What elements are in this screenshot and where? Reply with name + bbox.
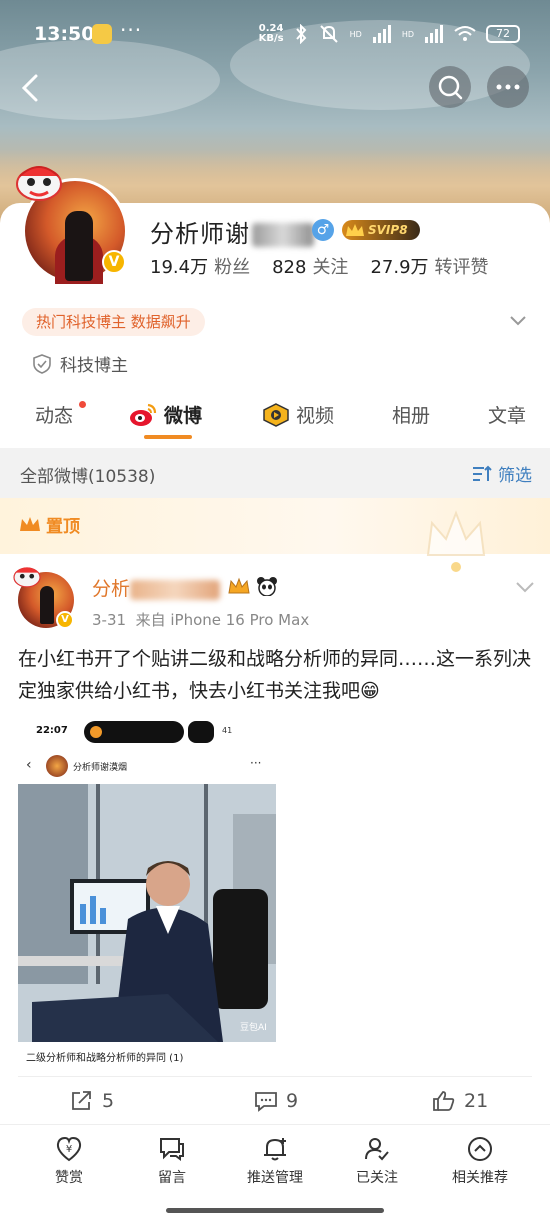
reward-icon: ¥ bbox=[56, 1136, 82, 1162]
search-button[interactable] bbox=[429, 66, 471, 108]
crown-icon bbox=[20, 517, 40, 531]
signal-label-1: HD bbox=[349, 29, 362, 39]
office-analyst-photo: 豆包AI bbox=[18, 784, 276, 1042]
signal-icon bbox=[372, 25, 391, 43]
svg-text:¥: ¥ bbox=[66, 1144, 72, 1155]
male-icon: ♂ bbox=[312, 219, 334, 241]
engagement-stat[interactable]: 27.9万 转评赞 bbox=[370, 253, 488, 279]
tab-video[interactable]: 视频 bbox=[262, 401, 334, 428]
search-icon bbox=[438, 75, 463, 100]
tab-album[interactable]: 相册 bbox=[392, 401, 430, 428]
embed-caption: 二级分析师和战略分析师的异同 (1) bbox=[26, 1053, 184, 1064]
tab-feed[interactable]: 动态 bbox=[35, 401, 73, 428]
following-button[interactable]: 已关注 bbox=[337, 1135, 417, 1187]
filter-bar: 全部微博(10538) 筛选 bbox=[0, 448, 550, 498]
post-image[interactable]: 22:07 41 ‹ 分析师谢漠烟 ··· 豆包AI 二级分析师和战略分析师的异… bbox=[18, 715, 276, 1065]
filter-button[interactable]: 筛选 bbox=[472, 461, 532, 486]
following-icon bbox=[365, 1138, 389, 1161]
post-actions: 5 9 21 bbox=[0, 1086, 550, 1122]
post-author-name[interactable]: 分析 bbox=[92, 574, 221, 601]
bluetooth-icon bbox=[295, 24, 306, 44]
chevron-down-icon[interactable] bbox=[514, 578, 536, 596]
battery-indicator: 72 bbox=[486, 25, 520, 43]
comment-icon bbox=[255, 1092, 277, 1112]
panda-icon bbox=[257, 577, 277, 596]
post-text[interactable]: 在小红书开了个贴讲二级和战略分析师的异同……这一系列决定独家供给小红书，快去小红… bbox=[18, 643, 536, 707]
verified-badge-icon: V bbox=[102, 250, 126, 274]
following-stat[interactable]: 828 关注 bbox=[272, 253, 348, 279]
active-tab-indicator bbox=[144, 435, 192, 439]
back-button[interactable] bbox=[14, 68, 50, 108]
tab-weibo[interactable]: 微博 bbox=[128, 401, 202, 428]
status-bar: 13:50 ··· 0.24 KB/s HD HD 72 bbox=[0, 0, 550, 70]
signal-icon-2 bbox=[425, 25, 443, 43]
filter-icon bbox=[473, 465, 492, 481]
status-time: 13:50 bbox=[34, 23, 95, 45]
tab-articles[interactable]: 文章 bbox=[488, 401, 526, 428]
video-icon bbox=[263, 402, 289, 427]
comment-button[interactable]: 9 bbox=[254, 1090, 298, 1112]
post-meta: 3-31 来自 iPhone 16 Pro Max bbox=[92, 609, 309, 630]
name-blur-redaction bbox=[252, 223, 314, 247]
new-activity-dot bbox=[79, 401, 86, 408]
vip-crown-icon bbox=[228, 577, 250, 594]
like-button[interactable]: 21 bbox=[432, 1090, 488, 1112]
profile-name: 分析师谢 bbox=[150, 214, 314, 249]
more-icon bbox=[496, 84, 520, 90]
post-source: 来自 iPhone 16 Pro Max bbox=[135, 611, 310, 629]
pinned-label: 置顶 bbox=[46, 517, 80, 537]
name-blur-redaction bbox=[130, 579, 221, 600]
related-recommend-button[interactable]: 相关推荐 bbox=[440, 1135, 520, 1187]
like-icon bbox=[433, 1091, 455, 1111]
share-button[interactable]: 5 bbox=[70, 1090, 114, 1112]
more-button[interactable] bbox=[487, 66, 529, 108]
embed-status-bar: 22:07 41 bbox=[18, 715, 276, 747]
app-notification-icon bbox=[92, 24, 112, 44]
profile-stats: 19.4万 粉丝 828 关注 27.9万 转评赞 bbox=[150, 253, 489, 279]
followers-stat[interactable]: 19.4万 粉丝 bbox=[150, 253, 250, 279]
post-divider bbox=[18, 1076, 532, 1077]
chevron-down-icon[interactable] bbox=[508, 310, 528, 330]
lion-dance-decoration-icon bbox=[13, 567, 41, 588]
wifi-icon bbox=[454, 26, 476, 41]
signal-label-2: HD bbox=[401, 29, 414, 39]
message-button[interactable]: 留言 bbox=[132, 1135, 212, 1187]
message-icon bbox=[160, 1138, 184, 1161]
hot-blogger-tag[interactable]: 热门科技博主 数据飙升 bbox=[22, 308, 205, 336]
crown-decoration-icon bbox=[426, 510, 486, 572]
ai-watermark: 豆包AI bbox=[240, 1021, 267, 1033]
category-label: 科技博主 bbox=[60, 356, 128, 376]
all-posts-count: 全部微博(10538) bbox=[20, 467, 156, 487]
verified-badge-icon: V bbox=[56, 611, 74, 629]
svip-badge[interactable]: SVIP8 bbox=[342, 220, 420, 240]
chevron-left-icon bbox=[21, 74, 38, 102]
mute-icon bbox=[319, 25, 338, 43]
weibo-logo-icon bbox=[130, 403, 157, 426]
embed-header: ‹ 分析师谢漠烟 ··· bbox=[18, 753, 276, 781]
network-speed: 0.24 KB/s bbox=[258, 23, 284, 44]
recommend-icon bbox=[468, 1137, 492, 1161]
post-date: 3-31 bbox=[92, 611, 127, 629]
share-icon bbox=[72, 1091, 91, 1110]
bell-icon bbox=[264, 1138, 286, 1161]
lion-dance-decoration-icon bbox=[16, 166, 62, 201]
more-notifications-icon: ··· bbox=[120, 18, 143, 42]
home-indicator bbox=[166, 1208, 384, 1213]
reward-button[interactable]: ¥ 赞赏 bbox=[29, 1135, 109, 1187]
push-settings-button[interactable]: 推送管理 bbox=[235, 1135, 315, 1187]
shield-icon bbox=[33, 353, 51, 374]
crown-icon bbox=[346, 224, 364, 236]
category-row[interactable]: 科技博主 bbox=[32, 351, 128, 376]
